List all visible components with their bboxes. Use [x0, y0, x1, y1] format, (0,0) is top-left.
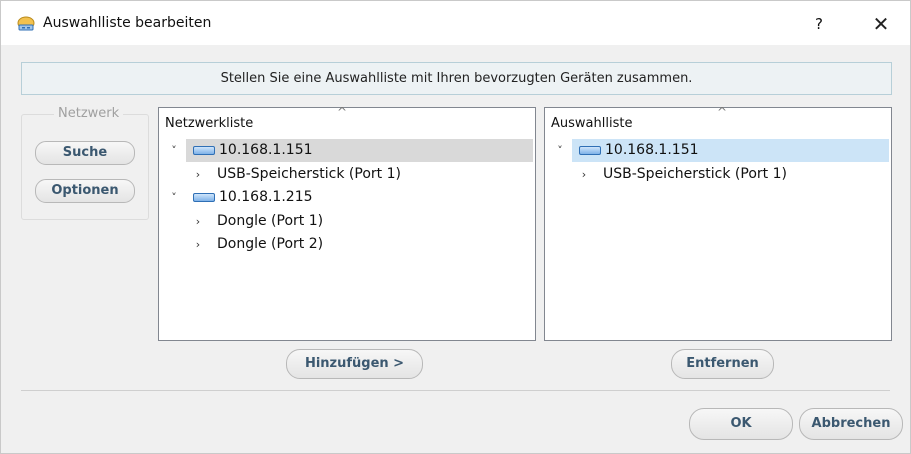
tree-item-label: 10.168.1.151	[219, 142, 313, 158]
tree-item-label: USB-Speicherstick (Port 1)	[603, 165, 787, 182]
add-button[interactable]: Hinzufügen >	[286, 349, 423, 379]
tree-item-port[interactable]: › USB-Speicherstick (Port 1)	[163, 163, 533, 186]
network-tray-icon	[17, 16, 35, 31]
search-button[interactable]: Suche	[35, 141, 135, 165]
tree-item-label: 10.168.1.215	[219, 189, 313, 205]
cancel-button[interactable]: Abbrechen	[799, 408, 903, 440]
edit-selection-dialog: Auswahlliste bearbeiten ? ✕ Stellen Sie …	[0, 0, 911, 454]
sort-indicator[interactable]: ^	[337, 105, 347, 119]
network-group-legend: Netzwerk	[54, 106, 124, 121]
tree-item-device[interactable]: ˅ 10.168.1.151	[171, 139, 533, 162]
tree-item-label: Dongle (Port 1)	[217, 212, 324, 229]
help-button[interactable]: ?	[799, 9, 839, 39]
selection-list-header[interactable]: Auswahlliste	[551, 116, 632, 131]
sort-indicator[interactable]: ^	[717, 105, 727, 119]
footer-divider	[21, 390, 890, 391]
tree-item-port[interactable]: › USB-Speicherstick (Port 1)	[549, 163, 889, 186]
info-banner: Stellen Sie eine Auswahlliste mit Ihren …	[21, 62, 892, 95]
tree-item-port[interactable]: › Dongle (Port 1)	[163, 210, 533, 233]
tree-item-device[interactable]: ˅ 10.168.1.151	[557, 139, 889, 162]
chevron-right-icon[interactable]: ›	[191, 233, 205, 256]
chevron-right-icon[interactable]: ›	[577, 163, 591, 186]
window-title: Auswahlliste bearbeiten	[43, 15, 212, 31]
chevron-down-icon[interactable]: ˅	[167, 186, 181, 209]
selection-list-panel[interactable]: ^ Auswahlliste ˅ 10.168.1.151 › USB-Speiche…	[544, 105, 892, 341]
close-button[interactable]: ✕	[859, 9, 903, 39]
tree-item-label: USB-Speicherstick (Port 1)	[217, 165, 401, 182]
network-device-icon	[193, 193, 215, 202]
options-button[interactable]: Optionen	[35, 179, 135, 203]
network-device-icon	[193, 146, 215, 155]
network-list-header[interactable]: Netzwerkliste	[165, 116, 253, 131]
network-group: Netzwerk Suche Optionen	[21, 106, 149, 220]
ok-button[interactable]: OK	[689, 408, 793, 440]
network-list-panel[interactable]: ^ Netzwerkliste ˅ 10.168.1.151 › USB-Speich…	[158, 105, 536, 341]
tree-item-device[interactable]: ˅ 10.168.1.215	[163, 186, 533, 209]
chevron-down-icon[interactable]: ˅	[167, 139, 181, 162]
title-bar: Auswahlliste bearbeiten ? ✕	[1, 1, 910, 45]
chevron-right-icon[interactable]: ›	[191, 163, 205, 186]
tree-item-port[interactable]: › Dongle (Port 2)	[163, 233, 533, 256]
network-device-icon	[579, 146, 601, 155]
remove-button[interactable]: Entfernen	[671, 349, 774, 379]
chevron-right-icon[interactable]: ›	[191, 210, 205, 233]
tree-item-label: Dongle (Port 2)	[217, 236, 324, 252]
chevron-down-icon[interactable]: ˅	[553, 139, 567, 162]
tree-item-label: 10.168.1.151	[605, 142, 699, 158]
